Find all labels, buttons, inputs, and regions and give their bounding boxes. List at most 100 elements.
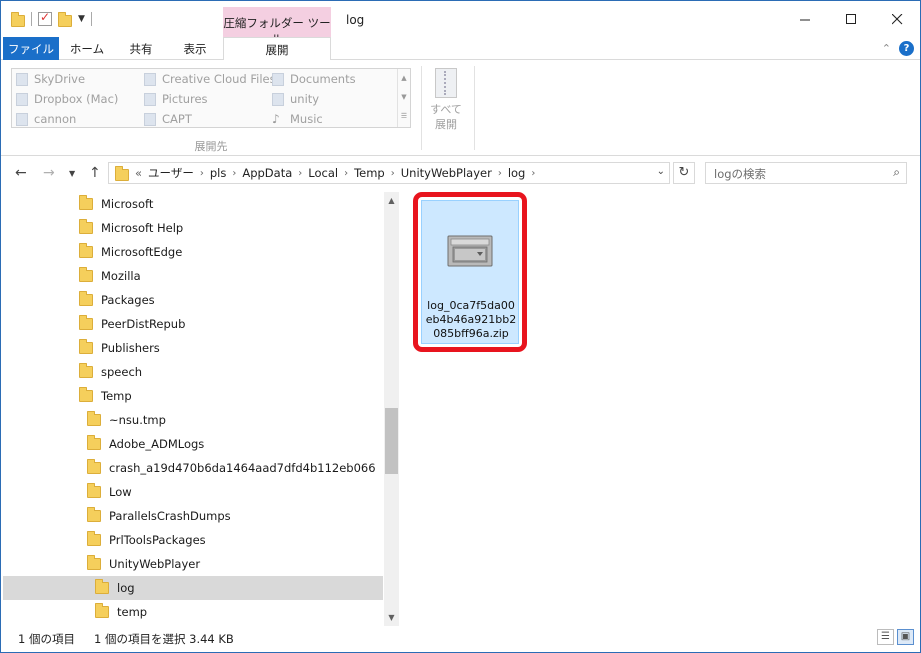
tree-item[interactable]: PrlToolsPackages xyxy=(3,528,383,552)
tree-item-label: Temp xyxy=(101,389,132,403)
breadcrumb-chevron-icon[interactable]: › xyxy=(531,168,535,179)
zip-extract-icon xyxy=(435,68,457,98)
tree-item[interactable]: Adobe_ADMLogs xyxy=(3,432,383,456)
extract-all-button[interactable]: すべて 展開 xyxy=(429,68,463,132)
tree-item[interactable]: ~nsu.tmp xyxy=(3,408,383,432)
breadcrumb-chevron-icon[interactable]: › xyxy=(498,168,502,179)
new-folder-icon[interactable] xyxy=(58,11,72,27)
breadcrumb-users[interactable]: ユーザー xyxy=(148,165,194,181)
breadcrumb-overflow[interactable]: « xyxy=(135,166,142,180)
tree-item[interactable]: crash_a19d470b6da1464aad7dfd4b112eb066 xyxy=(3,456,383,480)
tree-item-label: PrlToolsPackages xyxy=(109,533,206,547)
tree-item-label: Packages xyxy=(101,293,155,307)
address-dropdown-chevron-icon[interactable]: ⌄ xyxy=(657,166,665,177)
collapse-ribbon-chevron-icon[interactable]: ⌃ xyxy=(882,42,891,55)
forward-arrow-icon[interactable]: → xyxy=(43,165,55,181)
gallery-up-icon[interactable]: ▲ xyxy=(398,69,410,88)
breadcrumb-chevron-icon[interactable]: › xyxy=(232,168,236,179)
scroll-down-icon[interactable]: ▼ xyxy=(384,609,399,626)
tree-item[interactable]: Microsoft xyxy=(3,192,383,216)
destination-item[interactable]: CAPT xyxy=(144,109,192,129)
gallery-scroller[interactable]: ▲ ▼ ☰ xyxy=(397,69,410,127)
back-arrow-icon[interactable]: ← xyxy=(15,165,27,181)
breadcrumb-chevron-icon[interactable]: › xyxy=(200,168,204,179)
destination-item[interactable]: unity xyxy=(272,89,319,109)
breadcrumb-chevron-icon[interactable]: › xyxy=(298,168,302,179)
up-arrow-icon[interactable]: ↑ xyxy=(89,165,101,181)
minimize-button[interactable] xyxy=(782,1,828,37)
drive-icon xyxy=(16,72,28,86)
breadcrumb-chevron-icon[interactable]: › xyxy=(344,168,348,179)
folder-icon xyxy=(79,291,93,306)
file-list-pane: log_0ca7f5da00eb4b46a921bb2085bff96a.zip xyxy=(401,192,920,626)
search-input[interactable]: logの検索 ⌕ xyxy=(705,162,907,184)
gallery-down-icon[interactable]: ▼ xyxy=(398,88,410,107)
file-name: log_0ca7f5da00eb4b46a921bb2085bff96a.zip xyxy=(425,299,517,340)
search-icon[interactable]: ⌕ xyxy=(893,165,900,180)
tab-share[interactable]: 共有 xyxy=(114,37,168,60)
tree-item[interactable]: Microsoft Help xyxy=(3,216,383,240)
tab-view[interactable]: 表示 xyxy=(169,37,221,60)
view-toggle: ☰ ▣ xyxy=(877,629,914,645)
navigation-bar: ← → ▼ ↑ « ユーザー › pls › AppData › Local ›… xyxy=(1,156,920,192)
tree-item-label: Microsoft xyxy=(101,197,154,211)
gallery-more-icon[interactable]: ☰ xyxy=(398,107,410,126)
folder-icon xyxy=(79,363,93,378)
breadcrumb-local[interactable]: Local xyxy=(308,166,338,180)
tree-item[interactable]: Publishers xyxy=(3,336,383,360)
toolbar-divider xyxy=(31,12,32,26)
properties-check-icon[interactable] xyxy=(38,10,52,26)
folder-icon xyxy=(16,112,28,126)
tree-item[interactable]: ParallelsCrashDumps xyxy=(3,504,383,528)
breadcrumb-unitywebplayer[interactable]: UnityWebPlayer xyxy=(401,166,492,180)
destination-item[interactable]: Documents xyxy=(272,69,356,89)
destination-item[interactable]: cannon xyxy=(16,109,76,129)
destination-item[interactable]: SkyDrive xyxy=(16,69,85,89)
file-item-zip[interactable]: log_0ca7f5da00eb4b46a921bb2085bff96a.zip xyxy=(421,200,519,344)
scroll-thumb[interactable] xyxy=(385,408,398,474)
tree-item[interactable]: Temp xyxy=(3,384,383,408)
breadcrumb-chevron-icon[interactable]: › xyxy=(391,168,395,179)
maximize-button[interactable] xyxy=(828,1,874,37)
breadcrumb-temp[interactable]: Temp xyxy=(354,166,385,180)
destination-item[interactable]: Pictures xyxy=(144,89,208,109)
destination-item[interactable]: Creative Cloud Files xyxy=(144,69,276,89)
tab-file[interactable]: ファイル xyxy=(3,37,59,60)
tree-item-label: ~nsu.tmp xyxy=(109,413,166,427)
folder-icon xyxy=(87,459,101,474)
scroll-up-icon[interactable]: ▲ xyxy=(384,192,399,209)
tree-item-label: MicrosoftEdge xyxy=(101,245,183,259)
breadcrumb-appdata[interactable]: AppData xyxy=(242,166,292,180)
tree-item[interactable]: PeerDistRepub xyxy=(3,312,383,336)
folder-icon xyxy=(87,531,101,546)
large-icons-view-icon[interactable]: ▣ xyxy=(897,629,914,645)
explorer-window: ▼ 圧縮フォルダー ツール log ファイル ホーム 共有 表示 展開 ⌃ ? xyxy=(0,0,921,653)
breadcrumb-pls[interactable]: pls xyxy=(210,166,227,180)
help-icon[interactable]: ? xyxy=(899,41,914,56)
tree-item[interactable]: UnityWebPlayer xyxy=(3,552,383,576)
tree-item[interactable]: Low xyxy=(3,480,383,504)
tree-item[interactable]: MicrosoftEdge xyxy=(3,240,383,264)
destination-item[interactable]: Dropbox (Mac) xyxy=(16,89,118,109)
customize-toolbar-chevron-icon[interactable]: ▼ xyxy=(78,14,85,24)
tab-extract[interactable]: 展開 xyxy=(223,37,331,61)
breadcrumb-log[interactable]: log xyxy=(508,166,526,180)
ribbon-tabs: ファイル ホーム 共有 表示 展開 xyxy=(1,37,920,61)
destination-label: SkyDrive xyxy=(34,72,86,86)
details-view-icon[interactable]: ☰ xyxy=(877,629,894,645)
tab-home[interactable]: ホーム xyxy=(61,37,113,60)
tree-item[interactable]: Mozilla xyxy=(3,264,383,288)
tree-item[interactable]: Packages xyxy=(3,288,383,312)
tree-scrollbar[interactable]: ▲ ▼ xyxy=(384,192,399,626)
navigation-pane: Microsoft Microsoft Help MicrosoftEdge M… xyxy=(1,192,401,626)
destination-item[interactable]: ♪ Music xyxy=(272,109,323,129)
recent-locations-chevron-icon[interactable]: ▼ xyxy=(69,169,75,178)
folder-icon xyxy=(87,555,101,570)
tree-item-selected[interactable]: log xyxy=(3,576,383,600)
refresh-button[interactable]: ↻ xyxy=(673,162,695,184)
address-bar[interactable]: « ユーザー › pls › AppData › Local › Temp › … xyxy=(108,162,670,184)
item-count: 1 個の項目 xyxy=(18,632,75,646)
tree-item[interactable]: temp xyxy=(3,600,383,624)
tree-item[interactable]: speech xyxy=(3,360,383,384)
close-button[interactable] xyxy=(874,1,920,37)
